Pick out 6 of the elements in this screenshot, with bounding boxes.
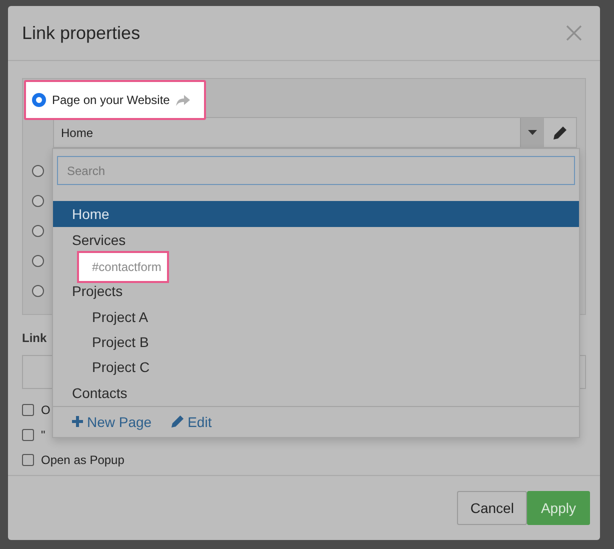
checkbox-label: " [41,428,46,442]
field-label: Link [22,331,47,345]
checkbox-label: O [41,402,50,416]
radio-label: Page on your Website [52,93,170,107]
dialog-title: Link properties [22,22,140,44]
checkbox-label: Open as Popup [41,452,124,466]
